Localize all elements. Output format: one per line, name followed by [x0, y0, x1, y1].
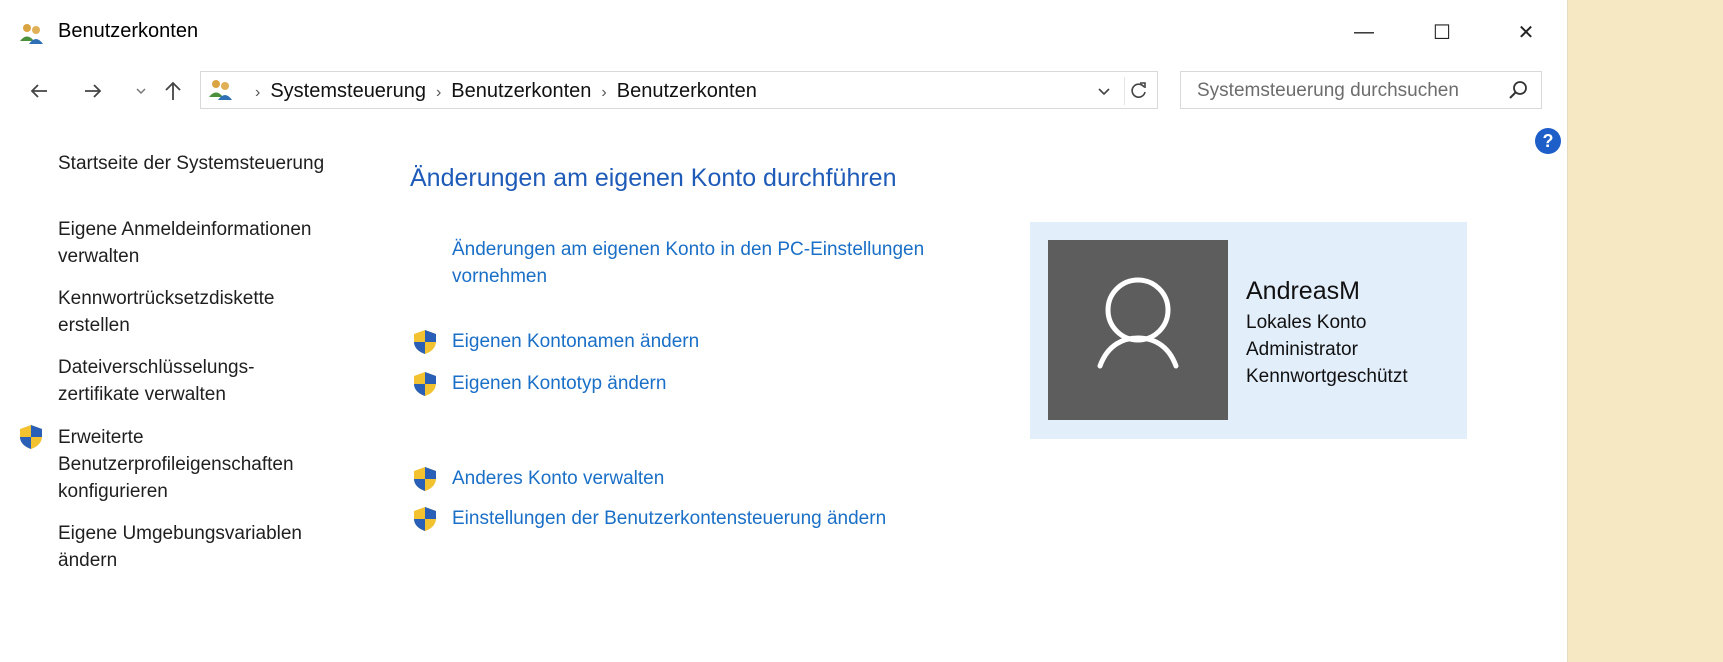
breadcrumb-separator: ›: [255, 84, 261, 101]
sidebar-item-benutzerprofile[interactable]: Erweiterte Benutzerprofileigenschaften k…: [58, 424, 338, 505]
minimize-button[interactable]: —: [1344, 14, 1384, 50]
uac-shield-icon: [414, 372, 436, 396]
search-icon[interactable]: [1507, 79, 1529, 101]
control-panel-window: Benutzerkonten — ☐ ✕ › Systemsteuerung › Be…: [0, 0, 1568, 662]
title-bar: Benutzerkonten — ☐ ✕: [0, 0, 1567, 64]
chevron-down-icon: [136, 88, 146, 95]
pc-settings-link[interactable]: Änderungen am eigenen Konto in den PC-Ei…: [452, 236, 1012, 290]
user-silhouette-icon: [1097, 277, 1179, 369]
user-accounts-icon: [209, 80, 232, 100]
sidebar-item-kennwortdiskette[interactable]: Kennwortrücksetzdiskette erstellen: [58, 285, 328, 339]
account-type: Lokales Konto: [1246, 312, 1367, 333]
help-button[interactable]: ?: [1535, 128, 1561, 154]
sidebar-item-dateiverschluesselung[interactable]: Dateiverschlüsselungs- zertifikate verwa…: [58, 354, 298, 408]
breadcrumb-benutzerkonten[interactable]: Benutzerkonten: [451, 80, 591, 102]
page-title: Änderungen am eigenen Konto durchführen: [410, 164, 897, 192]
change-account-type-link[interactable]: Eigenen Kontotyp ändern: [452, 370, 666, 397]
user-accounts-icon: [20, 24, 43, 44]
account-card: AndreasM Lokales Konto Administrator Ken…: [1030, 222, 1467, 439]
account-role: Administrator: [1246, 339, 1358, 360]
uac-shield-icon: [20, 425, 42, 449]
uac-shield-icon: [414, 330, 436, 354]
close-button[interactable]: ✕: [1506, 14, 1546, 50]
avatar: [1048, 240, 1228, 420]
search-input[interactable]: [1195, 79, 1499, 103]
sidebar-item-umgebungsvariablen[interactable]: Eigene Umgebungsvariablen ändern: [58, 520, 348, 574]
arrow-right-icon: [85, 84, 102, 98]
change-account-name-link[interactable]: Eigenen Kontonamen ändern: [452, 328, 699, 355]
refresh-icon: [1131, 82, 1146, 98]
manage-other-account-link[interactable]: Anderes Konto verwalten: [452, 465, 664, 492]
arrow-left-icon: [30, 84, 47, 98]
recent-locations-button[interactable]: [126, 76, 156, 106]
window-title: Benutzerkonten: [58, 20, 199, 42]
arrow-up-icon: [165, 81, 181, 100]
uac-settings-link[interactable]: Einstellungen der Benutzerkontensteuerun…: [452, 505, 886, 532]
account-name: AndreasM: [1246, 277, 1360, 305]
back-button[interactable]: [24, 76, 54, 106]
breadcrumb-benutzerkonten-current[interactable]: Benutzerkonten: [617, 80, 757, 102]
refresh-button[interactable]: [1124, 77, 1153, 105]
chevron-down-icon: [1098, 88, 1110, 96]
up-button[interactable]: [158, 76, 188, 106]
forward-button[interactable]: [78, 76, 108, 106]
maximize-button[interactable]: ☐: [1422, 14, 1462, 50]
uac-shield-icon: [414, 467, 436, 491]
sidebar-item-anmeldeinformationen[interactable]: Eigene Anmeldeinformationen verwalten: [58, 216, 368, 270]
search-box[interactable]: [1180, 71, 1542, 109]
account-password-status: Kennwortgeschützt: [1246, 366, 1408, 387]
address-bar[interactable]: › Systemsteuerung › Benutzerkonten › Benutzer…: [200, 71, 1158, 109]
sidebar-item-startseite[interactable]: Startseite der Systemsteuerung: [58, 150, 368, 177]
breadcrumb: › Systemsteuerung › Benutzerkonten › Benutzer…: [245, 80, 757, 103]
breadcrumb-systemsteuerung[interactable]: Systemsteuerung: [270, 80, 426, 102]
address-dropdown-button[interactable]: [1092, 79, 1116, 103]
breadcrumb-separator[interactable]: ›: [436, 84, 441, 101]
uac-shield-icon: [414, 507, 436, 531]
breadcrumb-separator[interactable]: ›: [601, 84, 606, 101]
